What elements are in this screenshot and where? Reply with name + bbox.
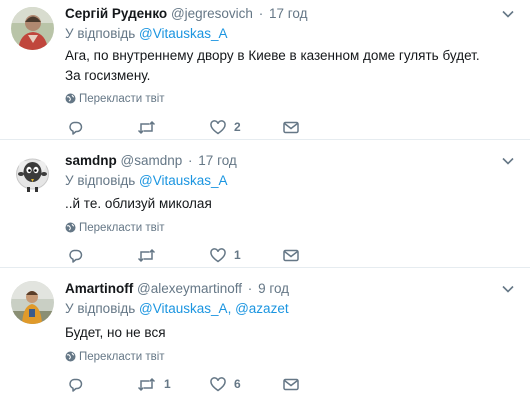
display-name[interactable]: Сергій Руденко [65, 6, 167, 21]
translate-label: Перекласти твіт [79, 351, 165, 363]
like-count: 1 [234, 248, 241, 262]
tweet[interactable]: samdnp @samdnp · 17 год У відповідь @Vit… [0, 140, 530, 268]
translate-tweet-link[interactable]: Перекласти твіт [65, 92, 165, 106]
direct-message-button[interactable] [283, 374, 299, 394]
envelope-icon [283, 378, 299, 390]
username[interactable]: @samdnp [121, 153, 183, 168]
user-avatar[interactable] [11, 7, 54, 50]
reply-prefix: У відповідь [65, 26, 136, 41]
reply-button[interactable] [68, 374, 91, 394]
tweet[interactable]: Сергій Руденко @jegresovich · 17 год У в… [0, 0, 530, 140]
tweet-actions: 1 [65, 245, 365, 265]
mention-separator: , [227, 301, 232, 316]
separator-dot: · [247, 281, 253, 296]
like-button[interactable]: 2 [210, 117, 241, 137]
reply-prefix: У відповідь [65, 301, 136, 316]
envelope-icon [283, 249, 299, 261]
heart-icon [210, 376, 226, 391]
reply-context: У відповідь @Vitauskas_A [65, 172, 228, 190]
retweet-button[interactable] [137, 117, 164, 137]
reply-prefix: У відповідь [65, 173, 136, 188]
reply-icon [69, 249, 83, 263]
display-name[interactable]: samdnp [65, 153, 117, 168]
translate-label: Перекласти твіт [79, 222, 165, 234]
globe-icon [65, 222, 76, 233]
translate-tweet-link[interactable]: Перекласти твіт [65, 221, 165, 235]
reply-icon [69, 121, 83, 135]
globe-icon [65, 351, 76, 362]
display-name[interactable]: Amartinoff [65, 281, 133, 296]
retweet-count: 1 [164, 377, 171, 391]
user-avatar[interactable] [11, 281, 54, 324]
like-count: 2 [234, 120, 241, 134]
retweet-button[interactable] [137, 245, 164, 265]
heart-icon [210, 119, 226, 134]
username[interactable]: @alexeymartinoff [137, 281, 242, 296]
mention-link[interactable]: @Vitauskas_A [139, 26, 228, 41]
reply-button[interactable] [68, 117, 91, 137]
direct-message-button[interactable] [283, 245, 299, 265]
like-button[interactable]: 6 [210, 374, 241, 394]
reply-button[interactable] [68, 245, 91, 265]
mention-link[interactable]: @azazet [235, 301, 288, 316]
tweet-header: Amartinoff @alexeymartinoff · 9 год [65, 280, 289, 298]
retweet-button[interactable]: 1 [137, 374, 171, 394]
chevron-down-icon[interactable] [502, 157, 514, 165]
mention-link[interactable]: @Vitauskas_A [139, 301, 228, 316]
heart-icon [210, 247, 226, 262]
timestamp[interactable]: 17 год [198, 153, 236, 168]
translate-tweet-link[interactable]: Перекласти твіт [65, 350, 165, 364]
tweet-text: Ага, по внутреннему двору в Киеве в казе… [65, 48, 480, 83]
envelope-icon [283, 121, 299, 133]
tweet-actions: 1 6 [65, 374, 365, 394]
user-avatar[interactable] [11, 152, 54, 195]
retweet-icon [137, 377, 156, 391]
reply-context: У відповідь @Vitauskas_A, @azazet [65, 300, 289, 318]
retweet-icon [137, 248, 156, 262]
timestamp[interactable]: 9 год [258, 281, 289, 296]
timestamp[interactable]: 17 год [269, 6, 307, 21]
tweet-text: Будет, но не вся [65, 325, 166, 340]
direct-message-button[interactable] [283, 117, 299, 137]
tweet-header: samdnp @samdnp · 17 год [65, 152, 237, 170]
globe-icon [65, 93, 76, 104]
username[interactable]: @jegresovich [171, 6, 253, 21]
chevron-down-icon[interactable] [502, 10, 514, 18]
retweet-icon [137, 120, 156, 134]
tweet[interactable]: Amartinoff @alexeymartinoff · 9 год У ві… [0, 268, 530, 401]
tweet-text: ..й те. облизуй миколая [65, 196, 212, 211]
like-button[interactable]: 1 [210, 245, 241, 265]
chevron-down-icon[interactable] [502, 285, 514, 293]
tweet-actions: 2 [65, 117, 365, 137]
reply-icon [69, 378, 83, 392]
like-count: 6 [234, 377, 241, 391]
mention-link[interactable]: @Vitauskas_A [139, 173, 228, 188]
tweet-header: Сергій Руденко @jegresovich · 17 год [65, 5, 307, 23]
separator-dot: · [258, 6, 264, 21]
reply-context: У відповідь @Vitauskas_A [65, 25, 228, 43]
translate-label: Перекласти твіт [79, 93, 165, 105]
separator-dot: · [188, 153, 193, 168]
